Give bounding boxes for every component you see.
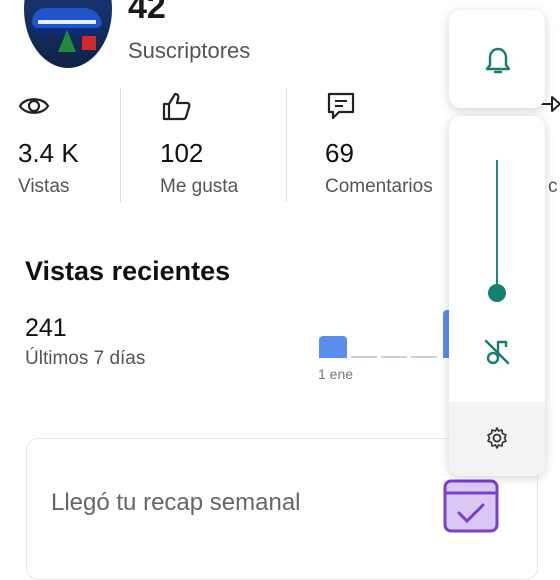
subscriber-count: 42 — [128, 0, 166, 26]
channel-avatar[interactable] — [24, 0, 112, 68]
thumbs-up-icon — [162, 92, 191, 121]
volume-settings-button[interactable] — [449, 402, 545, 476]
car-stripe — [38, 20, 96, 24]
section-title: Vistas recientes — [25, 256, 231, 286]
stat-value: 102 — [160, 138, 204, 168]
stat-label: Me gusta — [160, 176, 239, 197]
divider — [286, 88, 287, 202]
recent-views-value: 241 — [25, 314, 67, 342]
stat-label: Comentarios — [325, 176, 433, 197]
christmas-tree-icon — [58, 30, 76, 52]
chart-bar-empty — [351, 356, 377, 358]
stat-label: c — [548, 176, 558, 197]
subscriber-label: Suscriptores — [128, 38, 251, 63]
volume-slider-thumb[interactable] — [488, 284, 506, 302]
comment-icon — [327, 92, 355, 120]
music-off-icon[interactable] — [483, 338, 511, 366]
volume-slider-track[interactable] — [496, 160, 498, 292]
stat-value: 3.4 K — [18, 138, 79, 168]
stat-label: Vistas — [18, 176, 70, 197]
chart-axis-label: 1 ene — [318, 366, 354, 382]
chart-bar — [319, 336, 347, 358]
calendar-check-illustration — [443, 479, 499, 533]
gear-icon — [487, 427, 507, 449]
stat-likes[interactable]: 102 Me gusta — [160, 88, 280, 208]
recent-views-period: Últimos 7 días — [25, 348, 146, 369]
recap-text: Llegó tu recap semanal — [51, 489, 301, 516]
bell-icon — [485, 47, 511, 74]
chart-bar-empty — [411, 356, 437, 358]
stat-value: 69 — [325, 138, 354, 168]
stat-views[interactable]: 3.4 K Vistas — [18, 88, 118, 208]
notification-bell-button[interactable] — [449, 10, 545, 108]
divider — [120, 88, 121, 202]
chart-bar-empty — [381, 356, 407, 358]
volume-panel — [449, 116, 545, 476]
eye-icon — [18, 98, 50, 114]
stat-comments[interactable]: 69 Comentarios — [325, 88, 450, 208]
gift-icon — [82, 36, 96, 50]
